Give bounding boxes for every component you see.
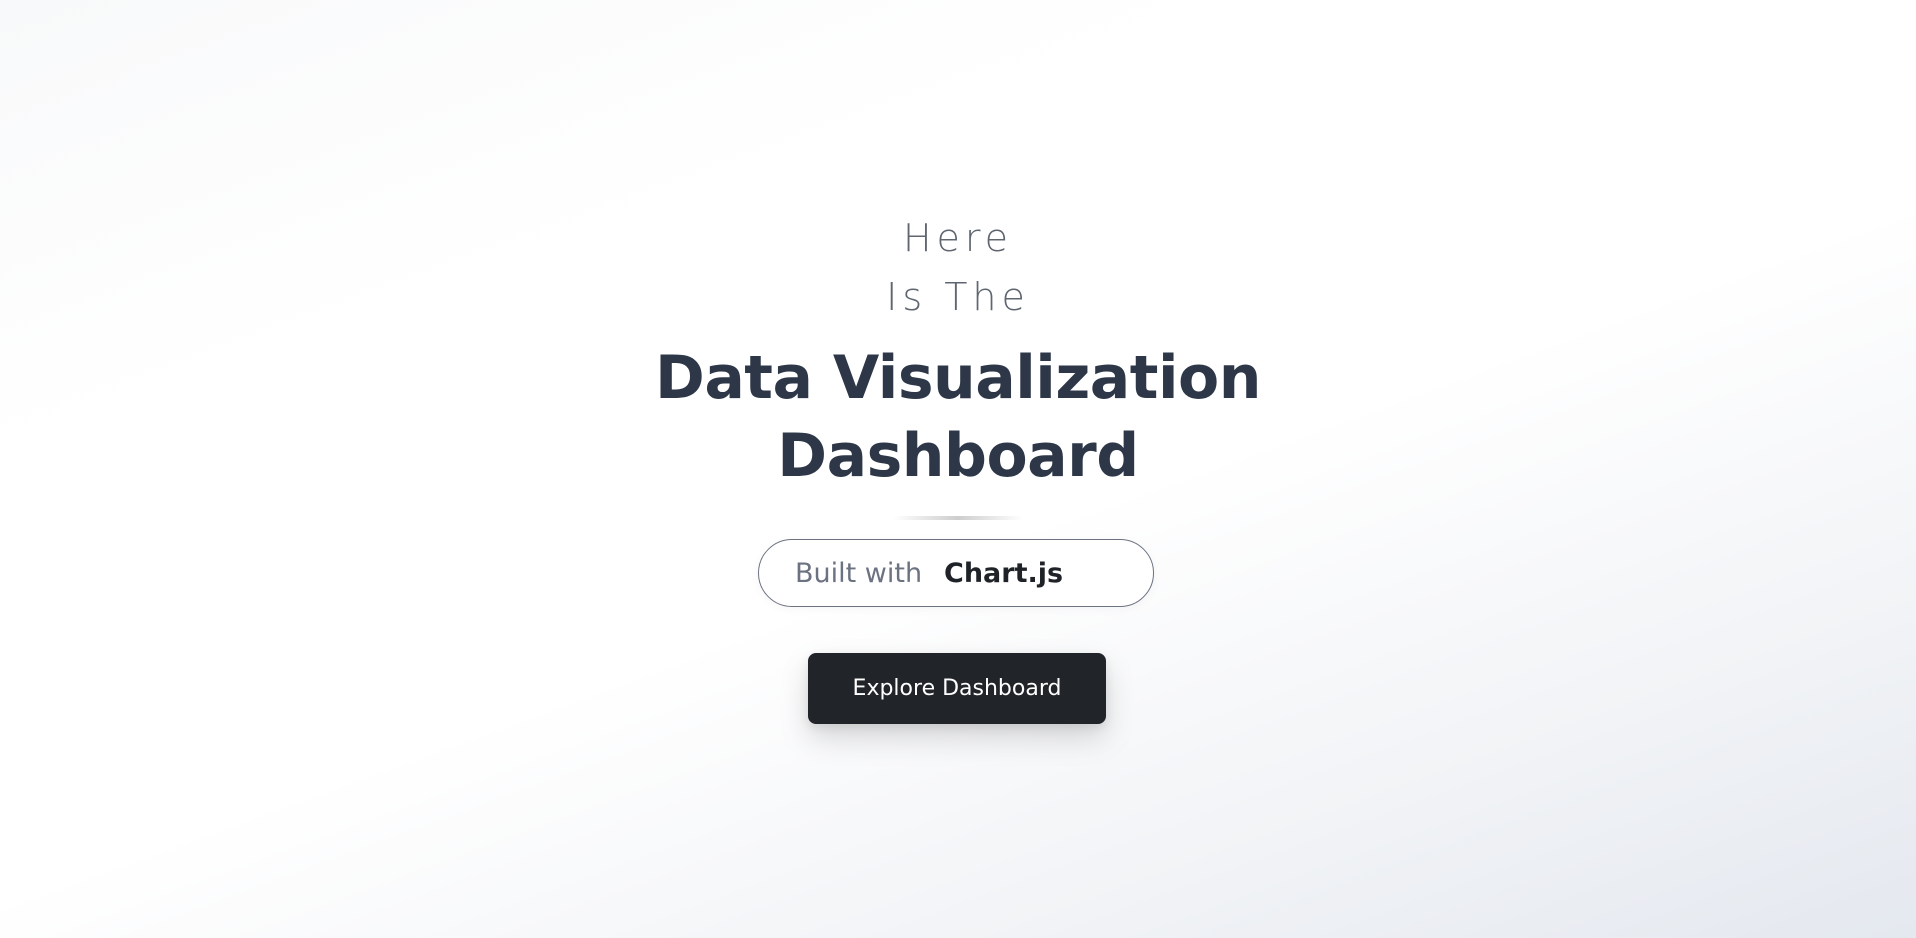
explore-dashboard-button[interactable]: Explore Dashboard — [808, 653, 1106, 724]
intro-line-1: Here — [902, 216, 1014, 260]
title-divider — [893, 516, 1023, 520]
page-title-line-1: Data Visualization — [655, 343, 1261, 413]
hero-section: Here Is The Data Visualization Dashboard… — [0, 0, 1916, 938]
built-with-badge: Built with Chart.js — [758, 539, 1154, 607]
built-with-label: Built with — [795, 558, 923, 589]
intro-line-2: Is The — [886, 275, 1030, 319]
library-name: Chart.js — [944, 558, 1064, 589]
page-title-line-2: Dashboard — [777, 421, 1139, 491]
